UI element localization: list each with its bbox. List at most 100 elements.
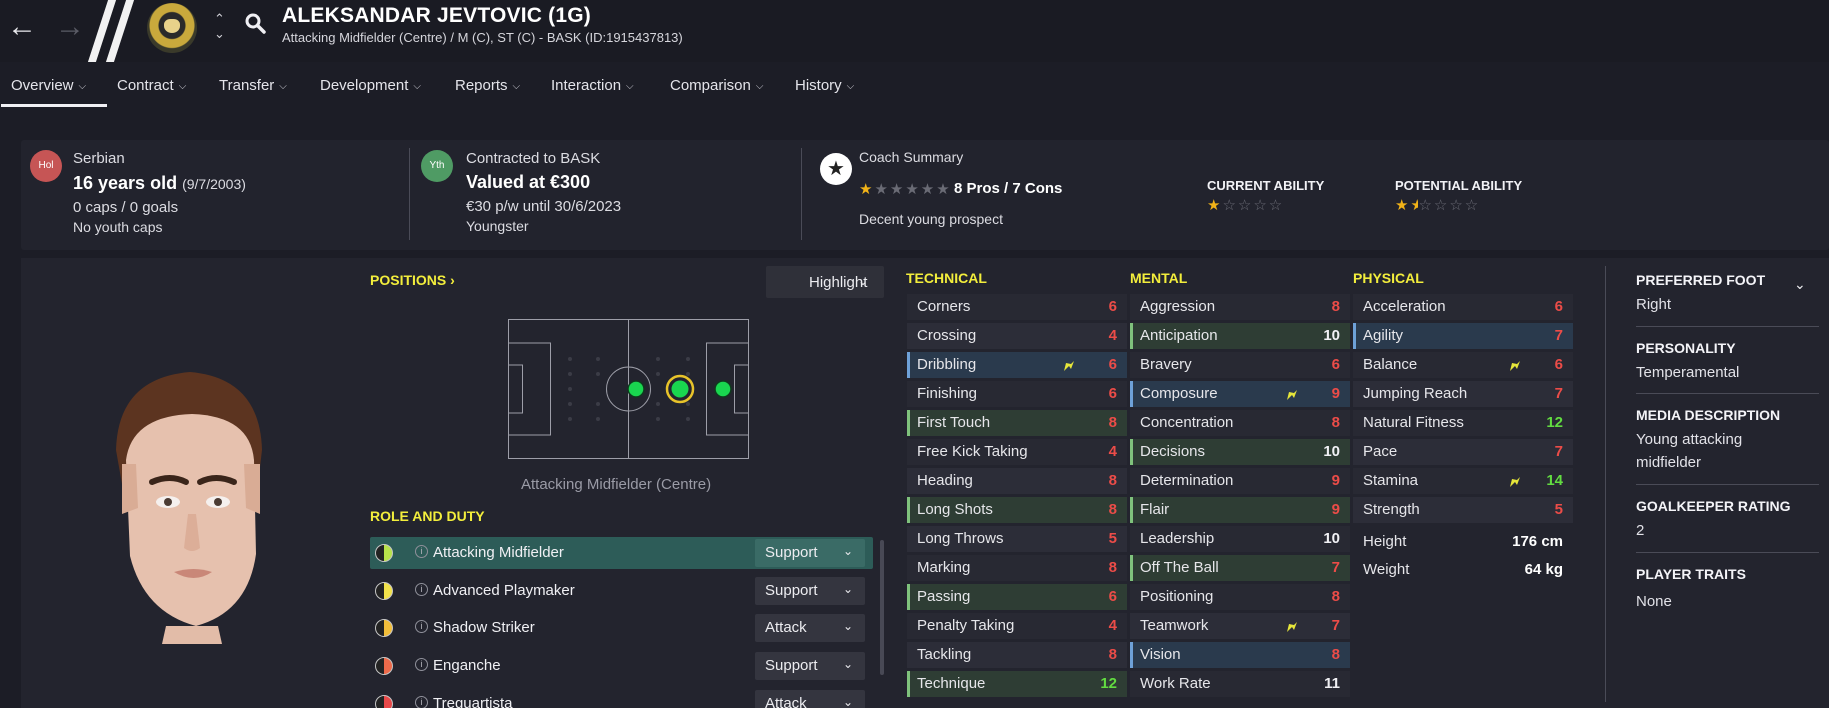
- info-icon[interactable]: i: [415, 620, 428, 633]
- attr-row-jumping-reach[interactable]: Jumping Reach 7: [1353, 381, 1573, 407]
- attr-row-crossing[interactable]: Crossing 4: [907, 323, 1127, 349]
- attr-row-positioning[interactable]: Positioning 8: [1130, 584, 1350, 610]
- attr-name: Flair: [1140, 501, 1170, 518]
- attr-row-work-rate[interactable]: Work Rate 11: [1130, 671, 1350, 697]
- roles-scrollbar[interactable]: [880, 540, 884, 675]
- role-row[interactable]: i Attacking Midfielder Support ⌄: [370, 537, 873, 569]
- attr-row-pace[interactable]: Pace 7: [1353, 439, 1573, 465]
- attr-row-natural-fitness[interactable]: Natural Fitness 12: [1353, 410, 1573, 436]
- tab-contract[interactable]: Contract ⌵: [117, 77, 186, 94]
- attr-row-determination[interactable]: Determination 9: [1130, 468, 1350, 494]
- attr-value: 9: [1331, 501, 1340, 518]
- attr-row-long-shots[interactable]: Long Shots 8: [907, 497, 1127, 523]
- attr-row-teamwork[interactable]: Teamwork 7: [1130, 613, 1350, 639]
- weight-row: Weight 64 kg: [1353, 557, 1573, 583]
- attr-row-concentration[interactable]: Concentration 8: [1130, 410, 1350, 436]
- attr-row-bravery[interactable]: Bravery 6: [1130, 352, 1350, 378]
- attr-row-long-throws[interactable]: Long Throws 5: [907, 526, 1127, 552]
- info-icon[interactable]: i: [415, 583, 428, 596]
- mental-title: MENTAL: [1130, 270, 1188, 286]
- chevron-down-icon[interactable]: ⌄: [1794, 276, 1806, 293]
- positions-title[interactable]: POSITIONS ›: [370, 272, 455, 288]
- highlight-dropdown[interactable]: Highlight ⌄: [766, 266, 884, 298]
- info-icon[interactable]: i: [415, 696, 428, 708]
- back-arrow-icon[interactable]: ←: [6, 12, 38, 44]
- attr-name: Long Throws: [917, 530, 1004, 547]
- nationality[interactable]: Serbian: [73, 150, 125, 167]
- search-icon[interactable]: [244, 12, 266, 34]
- role-suitability-icon: [375, 544, 393, 562]
- coach-summary-title[interactable]: Coach Summary: [859, 149, 963, 165]
- attr-row-decisions[interactable]: Decisions 10: [1130, 439, 1350, 465]
- role-row[interactable]: i Trequartista Attack ⌄: [370, 688, 873, 708]
- attr-name: Determination: [1140, 472, 1234, 489]
- attr-name: Tackling: [917, 646, 972, 663]
- tab-comparison[interactable]: Comparison ⌵: [670, 77, 763, 94]
- attr-row-free-kick-taking[interactable]: Free Kick Taking 4: [907, 439, 1127, 465]
- attr-row-balance[interactable]: Balance 6: [1353, 352, 1573, 378]
- chevron-down-icon: ⌄: [857, 274, 868, 288]
- forward-arrow-icon[interactable]: →: [54, 12, 86, 44]
- attr-row-aggression[interactable]: Aggression 8: [1130, 294, 1350, 320]
- role-row[interactable]: i Shadow Striker Attack ⌄: [370, 612, 873, 644]
- tab-reports[interactable]: Reports ⌵: [455, 77, 520, 94]
- coach-star-rating: ★★★★★★: [859, 180, 952, 198]
- player-cycle-icon[interactable]: ⌃ ⌄: [214, 11, 225, 41]
- duty-dropdown[interactable]: Attack ⌄: [755, 614, 865, 642]
- attr-row-composure[interactable]: Composure 9: [1130, 381, 1350, 407]
- attr-row-first-touch[interactable]: First Touch 8: [907, 410, 1127, 436]
- attr-name: Free Kick Taking: [917, 443, 1028, 460]
- attr-row-heading[interactable]: Heading 8: [907, 468, 1127, 494]
- tab-overview[interactable]: Overview ⌵: [11, 77, 86, 94]
- attr-value: 14: [1546, 472, 1563, 489]
- attr-row-finishing[interactable]: Finishing 6: [907, 381, 1127, 407]
- tab-interaction[interactable]: Interaction ⌵: [551, 77, 634, 94]
- attr-row-corners[interactable]: Corners 6: [907, 294, 1127, 320]
- attr-value: 5: [1108, 530, 1117, 547]
- divider: [1636, 552, 1819, 553]
- role-name: Shadow Striker: [433, 619, 535, 636]
- nationality-badge: Hol: [30, 150, 62, 182]
- tab-transfer[interactable]: Transfer ⌵: [219, 77, 287, 94]
- duty-dropdown[interactable]: Support ⌄: [755, 539, 865, 567]
- club-crest-icon[interactable]: [147, 3, 197, 53]
- attr-row-agility[interactable]: Agility 7: [1353, 323, 1573, 349]
- tab-history[interactable]: History ⌵: [795, 77, 854, 94]
- chevron-down-icon: ⌵: [512, 81, 521, 92]
- attr-row-anticipation[interactable]: Anticipation 10: [1130, 323, 1350, 349]
- trend-up-arrow-icon: [1510, 477, 1520, 487]
- attr-row-strength[interactable]: Strength 5: [1353, 497, 1573, 523]
- attr-row-off-the-ball[interactable]: Off The Ball 7: [1130, 555, 1350, 581]
- attr-row-leadership[interactable]: Leadership 10: [1130, 526, 1350, 552]
- role-suitability-icon: [375, 582, 393, 600]
- duty-dropdown[interactable]: Support ⌄: [755, 577, 865, 605]
- role-row[interactable]: i Enganche Support ⌄: [370, 650, 873, 682]
- duty-dropdown[interactable]: Support ⌄: [755, 652, 865, 680]
- attr-row-marking[interactable]: Marking 8: [907, 555, 1127, 581]
- attr-row-passing[interactable]: Passing 6: [907, 584, 1127, 610]
- info-icon[interactable]: i: [415, 545, 428, 558]
- potential-ability-stars: ★★☆☆☆☆: [1395, 196, 1480, 214]
- attr-name: Long Shots: [917, 501, 993, 518]
- attr-name: Technique: [917, 675, 986, 692]
- role-name: Enganche: [433, 657, 501, 674]
- attr-row-vision[interactable]: Vision 8: [1130, 642, 1350, 668]
- attr-row-stamina[interactable]: Stamina 14: [1353, 468, 1573, 494]
- contract-club[interactable]: Contracted to BASK: [466, 150, 600, 167]
- trend-up-arrow-icon: [1287, 390, 1297, 400]
- attr-row-dribbling[interactable]: Dribbling 6: [907, 352, 1127, 378]
- attr-name: Natural Fitness: [1363, 414, 1464, 431]
- attr-row-acceleration[interactable]: Acceleration 6: [1353, 294, 1573, 320]
- attr-row-penalty-taking[interactable]: Penalty Taking 4: [907, 613, 1127, 639]
- current-ability-label: CURRENT ABILITY: [1207, 178, 1325, 193]
- attr-row-tackling[interactable]: Tackling 8: [907, 642, 1127, 668]
- chevron-down-icon: ⌄: [842, 695, 853, 708]
- tab-development[interactable]: Development ⌵: [320, 77, 421, 94]
- role-row[interactable]: i Advanced Playmaker Support ⌄: [370, 575, 873, 607]
- duty-dropdown[interactable]: Attack ⌄: [755, 690, 865, 708]
- pros-cons: 8 Pros / 7 Cons: [954, 180, 1063, 197]
- info-icon[interactable]: i: [415, 658, 428, 671]
- attr-row-flair[interactable]: Flair 9: [1130, 497, 1350, 523]
- attr-name: First Touch: [917, 414, 991, 431]
- attr-row-technique[interactable]: Technique 12: [907, 671, 1127, 697]
